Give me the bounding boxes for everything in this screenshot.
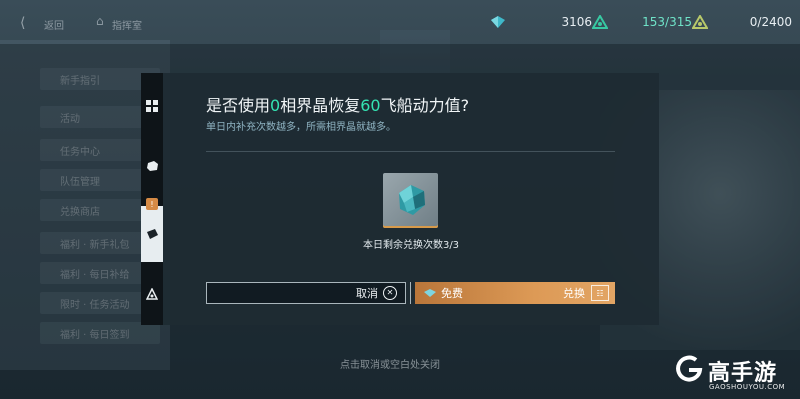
crystal-icon (491, 16, 505, 28)
tab-crystal[interactable] (141, 275, 163, 313)
title-middle: 相界晶恢复 (280, 96, 361, 115)
close-hint: 点击取消或空白处关闭 (340, 360, 440, 371)
resource-points-value: 0/2400 (749, 15, 792, 29)
exchange-button[interactable]: 免费 兑换 ☷ (415, 282, 615, 304)
remaining-count: 本日剩余兑换次数3/3 (362, 240, 460, 251)
button-divider (410, 282, 411, 304)
cancel-label: 取消 (356, 287, 378, 300)
exchange-dialog: 是否使用0相界晶恢复60飞船动力值? 单日内补充次数越多，所需相界晶就越多。 本… (163, 73, 659, 325)
dialog-title: 是否使用0相界晶恢复60飞船动力值? (206, 92, 469, 116)
resource-points[interactable]: 0/2400 (692, 13, 792, 31)
title-suffix: 飞船动力值? (380, 96, 470, 115)
exchange-label: 兑换 (563, 287, 585, 300)
tab-cube[interactable] (141, 147, 163, 185)
tab-card[interactable]: ! (141, 198, 163, 262)
card-icon (146, 229, 158, 239)
confirm-key-icon: ☷ (591, 285, 609, 301)
free-label: 免费 (441, 287, 463, 300)
points-icon (692, 15, 708, 29)
title-prefix: 是否使用 (206, 96, 271, 115)
top-bar: ⟨ 返回 ⌂ 指挥室 3106 153/315 0/2400 (0, 0, 800, 44)
restore-value: 60 (360, 96, 381, 115)
resource-energy-value: 153/315 (642, 15, 692, 29)
crystal-small-icon (424, 289, 436, 297)
dialog-subtitle: 单日内补充次数越多，所需相界晶就越多。 (206, 122, 396, 133)
tab-grid[interactable] (141, 87, 163, 125)
phase-crystal-icon (399, 185, 425, 215)
cancel-button[interactable]: 取消 ✕ (206, 282, 406, 304)
cube-icon (146, 161, 158, 171)
resource-crystal[interactable]: 3106 (490, 13, 592, 31)
energy-icon (592, 15, 608, 29)
cost-value: 0 (270, 96, 281, 115)
crystal-tab-icon (146, 288, 158, 300)
home-icon[interactable]: ⌂ (96, 14, 104, 28)
divider (206, 151, 615, 152)
crystal-item-tile[interactable] (383, 173, 438, 228)
grid-icon (146, 100, 158, 112)
watermark-url: GAOSHOUYOU.COM (709, 383, 786, 391)
resource-energy[interactable]: 153/315 (592, 13, 692, 31)
dialog-tab-bar: ! (141, 73, 163, 325)
watermark-logo-icon (676, 355, 703, 382)
close-circle-icon: ✕ (383, 286, 397, 300)
back-arrow-icon[interactable]: ⟨ (20, 15, 25, 31)
tab-alert-badge: ! (146, 198, 158, 210)
location-label: 指挥室 (112, 21, 142, 32)
resource-crystal-value: 3106 (561, 15, 592, 29)
back-label[interactable]: 返回 (44, 17, 64, 32)
watermark: 高手游 GAOSHOUYOU.COM (674, 350, 794, 395)
